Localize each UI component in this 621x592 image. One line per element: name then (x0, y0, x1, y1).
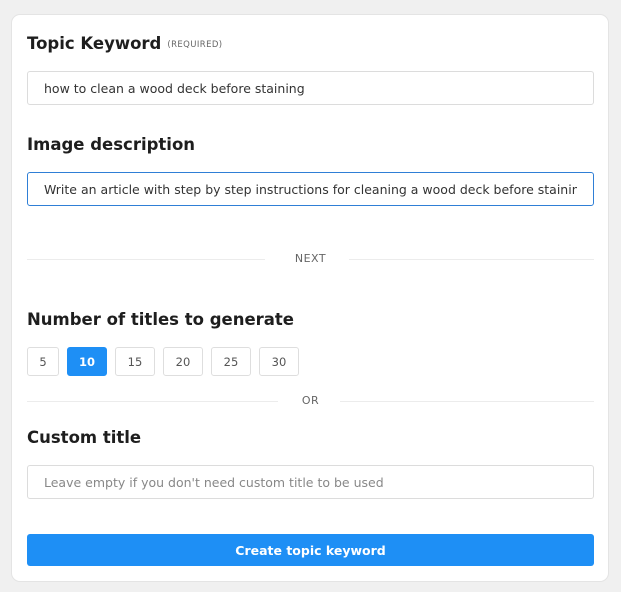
image-description-label: Image description (27, 135, 196, 154)
count-option-15[interactable]: 15 (115, 347, 155, 376)
topic-keyword-input[interactable] (27, 71, 594, 105)
next-divider: NEXT (27, 252, 594, 266)
titles-count-options: 5 10 15 20 25 30 (27, 347, 299, 376)
topic-keyword-label: Topic Keyword (REQUIRED) (27, 34, 223, 53)
or-divider-text: OR (301, 394, 320, 407)
topic-keyword-form: Topic Keyword (REQUIRED) Image descriptio… (11, 14, 609, 582)
create-topic-keyword-button[interactable]: Create topic keyword (27, 534, 594, 566)
custom-title-label: Custom title (27, 428, 142, 447)
count-option-10[interactable]: 10 (67, 347, 107, 376)
count-option-25[interactable]: 25 (211, 347, 251, 376)
count-option-5[interactable]: 5 (27, 347, 59, 376)
required-tag: (REQUIRED) (167, 40, 223, 50)
custom-title-input[interactable] (27, 465, 594, 499)
next-divider-text: NEXT (294, 252, 327, 265)
count-option-20[interactable]: 20 (163, 347, 203, 376)
image-description-input[interactable] (27, 172, 594, 206)
count-option-30[interactable]: 30 (259, 347, 299, 376)
or-divider: OR (27, 394, 594, 408)
topic-keyword-label-text: Topic Keyword (27, 34, 162, 53)
titles-count-label: Number of titles to generate (27, 310, 294, 329)
